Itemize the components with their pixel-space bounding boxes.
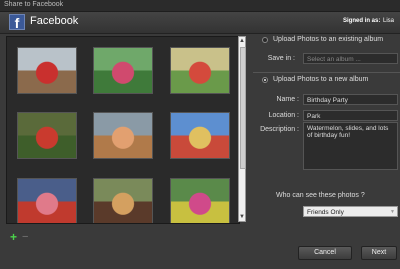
scroll-up-arrow-icon[interactable]: ▲: [239, 37, 245, 45]
brand-title: Facebook: [30, 15, 79, 27]
window-title: Share to Facebook: [4, 1, 64, 8]
photo-thumbnail[interactable]: [93, 112, 153, 159]
gallery-scrollbar[interactable]: ▲ ▼: [238, 36, 246, 222]
privacy-question: Who can see these photos ?: [276, 192, 365, 199]
name-label: Name :: [276, 96, 299, 103]
save-in-label: Save in :: [267, 55, 295, 62]
window-titlebar: Share to Facebook: [0, 0, 400, 12]
new-album-label: Upload Photos to a new album: [273, 76, 369, 83]
photo-thumbnail[interactable]: [93, 47, 153, 94]
photo-thumbnail[interactable]: [170, 47, 230, 94]
facebook-logo-icon: f: [9, 14, 25, 31]
header: f Facebook Signed in as: Lisa: [0, 12, 400, 34]
photo-thumbnail[interactable]: [170, 112, 230, 159]
photo-thumbnail[interactable]: [17, 47, 77, 94]
chevron-down-icon: ▼: [390, 209, 395, 215]
photo-thumbnail[interactable]: [17, 112, 77, 159]
album-name-input[interactable]: Birthday Party: [303, 94, 398, 105]
scroll-down-arrow-icon[interactable]: ▼: [239, 213, 245, 221]
cancel-button[interactable]: Cancel: [298, 246, 352, 260]
divider: [253, 72, 400, 73]
plus-icon[interactable]: +: [10, 230, 17, 244]
photo-gallery[interactable]: [6, 36, 240, 224]
new-album-radio[interactable]: [262, 77, 268, 83]
description-label: Description :: [260, 126, 299, 133]
location-input[interactable]: Park: [303, 110, 398, 121]
signed-in-user: Lisa: [383, 18, 395, 24]
scrollbar-thumb[interactable]: [240, 47, 246, 169]
photo-thumbnail[interactable]: [93, 178, 153, 223]
photo-thumbnail[interactable]: [17, 178, 77, 223]
photo-thumbnail[interactable]: [170, 178, 230, 223]
location-label: Location :: [268, 112, 299, 119]
privacy-select[interactable]: Friends Only ▼: [303, 206, 398, 217]
signed-in-label: Signed in as:: [343, 18, 381, 24]
next-button[interactable]: Next: [361, 246, 397, 260]
album-select[interactable]: Select an album ...: [303, 53, 398, 64]
description-textarea[interactable]: Watermelon, slides, and lots of birthday…: [303, 122, 398, 170]
existing-album-radio[interactable]: [262, 37, 268, 43]
existing-album-label: Upload Photos to an existing album: [273, 36, 384, 43]
minus-icon[interactable]: −: [22, 231, 28, 243]
